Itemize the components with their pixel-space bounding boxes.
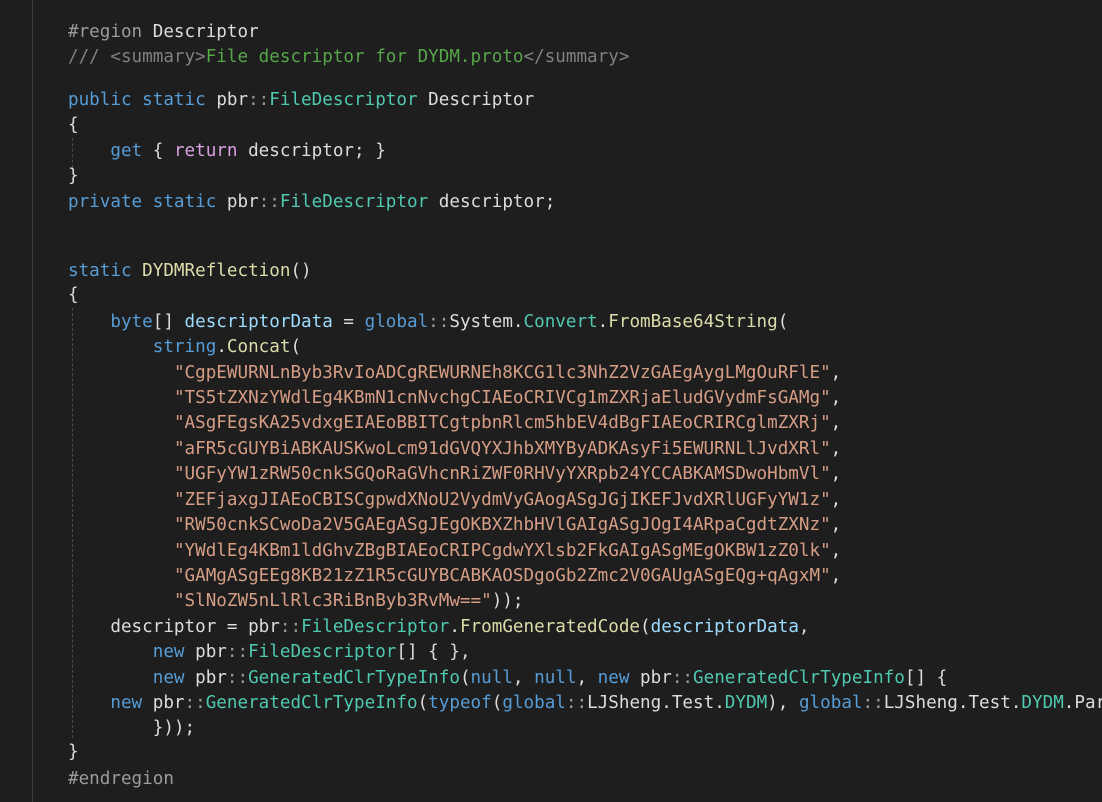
code-line: private static pbr::FileDescriptor descr… bbox=[68, 192, 556, 212]
code-line: static DYDMReflection() bbox=[68, 261, 312, 281]
code-line: "YWdlEg4KBm1ldGhvZBgBIAEoCRIPCgdwYXlsb2F… bbox=[173, 541, 842, 561]
code-line: "CgpEWURNLnByb3RvIoADCgREWURNEh8KCG1lc3N… bbox=[173, 363, 842, 383]
code-line: #region Descriptor bbox=[68, 22, 259, 42]
code-line: "aFR5cGUYBiABKAUSKwoLcm91dGVQYXJhbXMYByA… bbox=[173, 439, 842, 459]
code-line: "SlNoZW5nLlRlc3RiBnByb3RvMw==")); bbox=[173, 591, 524, 611]
code-line: new pbr::GeneratedClrTypeInfo(typeof(glo… bbox=[110, 693, 1102, 713]
code-line: "ZEFjaxgJIAEoCBISCgpwdXNoU2VydmVyGAogASg… bbox=[173, 490, 842, 510]
code-line: "TS5tZXNzYWdlEg4KBmN1cnNvchgCIAEoCRIVCg1… bbox=[173, 388, 842, 408]
code-line: "UGFyYW1zRW50cnkSGQoRaGVhcnRiZWF0RHVyYXR… bbox=[173, 464, 842, 484]
code-line: { bbox=[68, 285, 79, 305]
editor-margin-line bbox=[32, 0, 33, 802]
code-line: "GAMgASgEEg8KB21zZ1R5cGUYBCABKAOSDgoGb2Z… bbox=[173, 566, 842, 586]
code-line: new pbr::FileDescriptor[] { }, bbox=[152, 642, 471, 662]
code-line: } bbox=[68, 166, 79, 186]
code-line: "ASgFEgsKA25vdxgEIAEoBBITCgtpbnRlcm5hbEV… bbox=[173, 413, 842, 433]
code-line: descriptor = pbr::FileDescriptor.FromGen… bbox=[110, 617, 810, 637]
code-line: /// <summary>File descriptor for DYDM.pr… bbox=[68, 47, 630, 67]
code-line: byte[] descriptorData = global::System.C… bbox=[110, 312, 789, 332]
code-line: new pbr::GeneratedClrTypeInfo(null, null… bbox=[152, 668, 948, 688]
code-line: "RW50cnkSCwoDa2V5GAEgASgJEgOKBXZhbHVlGAI… bbox=[173, 515, 842, 535]
code-line: } bbox=[68, 742, 79, 762]
code-line: string.Concat( bbox=[152, 337, 302, 357]
code-editor[interactable]: #region Descriptor /// <summary>File des… bbox=[0, 0, 1102, 802]
code-line: public static pbr::FileDescriptor Descri… bbox=[68, 90, 535, 110]
code-line: { bbox=[68, 115, 79, 135]
code-line: })); bbox=[68, 718, 196, 738]
code-line: #endregion bbox=[68, 769, 174, 789]
code-line: get { return descriptor; } bbox=[110, 141, 386, 161]
